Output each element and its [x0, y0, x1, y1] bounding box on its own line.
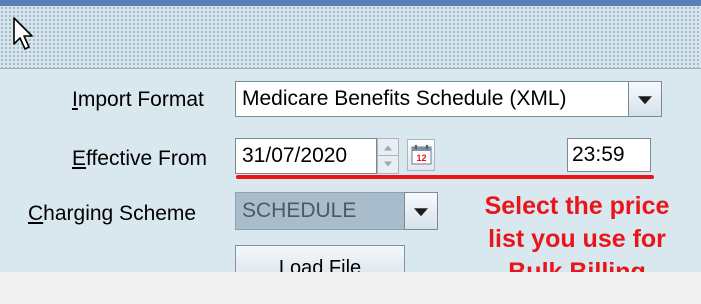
effective-from-time-value: 23:59	[572, 143, 625, 166]
chevron-down-icon	[638, 96, 652, 105]
chevron-up-icon	[384, 145, 392, 151]
arrow-cursor-icon	[13, 17, 33, 50]
chevron-down-icon	[384, 161, 392, 167]
import-format-label: Import Format	[72, 88, 204, 111]
calendar-day-text: 12	[416, 153, 426, 163]
annotation-line-1: Select the price	[484, 192, 670, 220]
import-format-dropdown-button[interactable]	[628, 81, 662, 117]
highlight-underline	[236, 175, 654, 179]
effective-from-time-input[interactable]: 23:59	[567, 138, 651, 172]
window-bottom-strip	[0, 272, 701, 304]
calendar-button[interactable]: 12	[407, 139, 435, 171]
import-window: Import Format Medicare Benefits Schedule…	[0, 0, 701, 304]
import-format-value: Medicare Benefits Schedule (XML)	[242, 87, 567, 110]
effective-from-label: Effective From	[72, 147, 207, 170]
charging-scheme-value: SCHEDULE	[242, 199, 357, 222]
import-format-select[interactable]: Medicare Benefits Schedule (XML)	[235, 81, 629, 117]
form-panel: Import Format Medicare Benefits Schedule…	[0, 69, 701, 291]
effective-from-date-input[interactable]: 31/07/2020	[235, 138, 377, 174]
charging-scheme-select[interactable]: SCHEDULE	[235, 192, 405, 230]
charging-scheme-label: Charging Scheme	[28, 202, 197, 225]
annotation-line-2: list you use for	[488, 225, 666, 253]
effective-from-date-value: 31/07/2020	[242, 144, 348, 167]
window-title-bar	[0, 6, 701, 69]
date-spin-up-button[interactable]	[378, 139, 398, 156]
chevron-down-icon	[414, 208, 428, 217]
date-spinner	[377, 138, 399, 174]
date-spin-down-button[interactable]	[378, 156, 398, 173]
charging-scheme-dropdown-button[interactable]	[404, 192, 438, 230]
calendar-icon: 12	[411, 145, 432, 165]
